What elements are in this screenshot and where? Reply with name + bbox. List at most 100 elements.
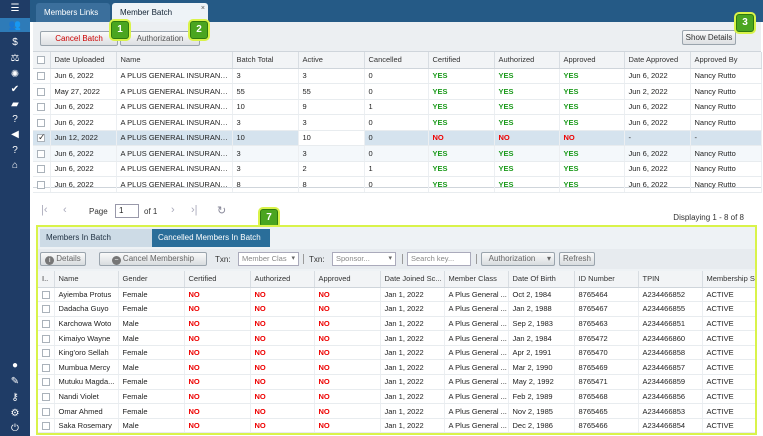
help-icon-2[interactable]: ? [7,145,23,157]
row-checkbox[interactable] [37,132,46,143]
row-select-cell[interactable] [38,374,55,390]
column-header[interactable]: TPIN [638,271,703,288]
row-checkbox[interactable] [37,180,45,189]
column-header[interactable]: Certified [428,52,495,69]
row-checkbox[interactable] [42,349,50,358]
last-page-icon[interactable]: ›| [191,204,198,216]
column-header[interactable]: Certified [184,271,251,288]
refresh-button[interactable]: Refresh [559,252,595,266]
row-checkbox[interactable] [42,319,50,328]
row-select-cell[interactable] [33,68,51,84]
row-select-cell[interactable] [38,359,55,376]
row-select-cell[interactable] [33,161,51,177]
row-checkbox[interactable] [37,165,45,174]
next-page-icon[interactable]: › [171,204,175,216]
refresh-icon[interactable]: ↻ [217,204,226,217]
table-row[interactable]: May 27, 2022A PLUS GENERAL INSURANCE M..… [33,83,762,100]
row-checkbox[interactable] [42,392,50,401]
users-icon[interactable]: 👥 [7,20,23,32]
row-checkbox[interactable] [37,72,45,81]
table-row[interactable]: Mutuku Magda... Female NO NO NO Jan 1, 2022 A … [38,374,755,390]
row-select-cell[interactable] [33,114,51,131]
row-checkbox[interactable] [37,87,45,96]
column-header[interactable]: Name [116,52,233,69]
authorization-button[interactable]: Authorization [120,31,200,46]
row-select-cell[interactable] [33,99,51,115]
sponsor-select[interactable]: Sponsor... ▾ [332,252,396,266]
table-row[interactable]: Jun 6, 2022A PLUS GENERAL INSURANCE M...… [33,99,762,115]
select-all-checkbox[interactable] [37,56,45,65]
prev-page-icon[interactable]: ‹ [63,204,67,216]
column-header[interactable]: Approved By [690,52,762,69]
authorization-menu-button[interactable]: Authorization ▾ [481,252,555,266]
column-header[interactable]: Authorized [494,52,560,69]
close-icon[interactable]: × [201,0,205,18]
column-header[interactable]: Authorized [250,271,315,288]
key-icon[interactable]: ⚷ [7,392,23,404]
show-details-button[interactable]: Show Details [682,30,736,45]
table-row[interactable]: Kimaiyo Wayne Male NO NO NO Jan 1, 2022 A Plus… [38,330,755,346]
column-header[interactable]: Member Class [444,271,509,288]
gear-badge-icon[interactable]: ✺ [7,69,23,81]
table-row[interactable]: Karchowa Woto Male NO NO NO Jan 1, 2022 A Plus… [38,316,755,332]
row-checkbox[interactable] [42,422,50,431]
home-icon[interactable]: ⌂ [7,160,23,172]
column-header[interactable]: I.. [38,271,55,288]
table-row[interactable]: Mumbua Mercy Male NO NO NO Jan 1, 2022 A Plus … [38,359,755,376]
column-header[interactable]: Name [54,271,119,288]
row-select-cell[interactable] [38,345,55,361]
table-row[interactable]: Nandi Violet Female NO NO NO Jan 1, 2022 A Plu… [38,389,755,405]
row-select-cell[interactable] [38,287,55,303]
scale-icon[interactable]: ⚖ [7,53,23,65]
row-select-cell[interactable] [33,176,51,193]
details-button[interactable]: i Details [40,252,86,266]
table-row[interactable]: Jun 6, 2022A PLUS GENERAL INSURANCE M...… [33,68,762,84]
table-row[interactable]: Dadacha Guyo Female NO NO NO Jan 1, 2022 A Plu… [38,301,755,317]
column-header[interactable]: Date Joined Sc... [380,271,445,288]
row-select-cell[interactable] [33,145,51,162]
column-header[interactable]: Date Uploaded [50,52,117,69]
megaphone-icon[interactable]: ◀ [7,129,23,141]
search-input[interactable]: Search key... [407,252,471,266]
row-checkbox[interactable] [37,103,45,112]
tab-members-links[interactable]: Members Links [36,3,110,22]
column-header[interactable]: Batch Total [232,52,299,69]
row-checkbox[interactable] [42,407,50,416]
row-checkbox[interactable] [42,334,50,343]
table-row[interactable]: Jun 6, 2022A PLUS GENERAL INSURANCE M...… [33,176,762,193]
column-header[interactable]: ID Number [574,271,639,288]
check-icon[interactable]: ✔ [7,84,23,96]
table-row[interactable]: Omar Ahmed Female NO NO NO Jan 1, 2022 A Plus … [38,403,755,419]
cancel-membership-button[interactable]: − Cancel Membership [99,252,207,266]
row-select-cell[interactable] [38,418,55,433]
table-row[interactable]: Jun 6, 2022A PLUS GENERAL INSURANCE M...… [33,145,762,162]
row-select-cell[interactable] [38,301,55,317]
row-checkbox[interactable] [37,149,45,158]
column-header[interactable]: Active [298,52,365,69]
table-row[interactable]: Jun 6, 2022A PLUS GENERAL INSURANCE M...… [33,161,762,177]
table-row[interactable]: King'oro Sellah Female NO NO NO Jan 1, 2022 A … [38,345,755,361]
tab-members-in-batch[interactable]: Members In Batch [40,229,152,247]
user-icon[interactable]: ● [7,360,23,372]
row-select-cell[interactable] [38,403,55,419]
row-checkbox[interactable] [37,118,45,127]
column-header[interactable]: Approved [314,271,381,288]
table-row[interactable]: Ayiemba Protus Female NO NO NO Jan 1, 2022 A P… [38,287,755,303]
column-header[interactable]: Gender [118,271,185,288]
folder-icon[interactable]: ▰ [7,99,23,111]
row-select-cell[interactable] [38,330,55,346]
row-select-cell[interactable] [38,316,55,332]
settings-icon[interactable]: ⚙ [7,408,23,420]
column-header[interactable]: Membership St... [702,271,755,288]
help-icon[interactable]: ? [7,114,23,126]
table-row[interactable]: Jun 6, 2022A PLUS GENERAL INSURANCE M...… [33,114,762,131]
tab-member-batch-register[interactable]: Member Batch Register × [112,0,208,36]
tab-cancelled-members[interactable]: Cancelled Members In Batch [152,229,270,247]
dollar-icon[interactable]: $ [7,37,23,49]
cancel-batch-button[interactable]: Cancel Batch [40,31,118,46]
column-header[interactable]: Cancelled [364,52,429,69]
page-input[interactable]: 1 [115,204,139,218]
table-row[interactable]: Jun 12, 2022A PLUS GENERAL INSURANCE M..… [33,129,762,146]
column-header[interactable]: Date Of Birth [508,271,575,288]
row-checkbox[interactable] [42,378,50,387]
